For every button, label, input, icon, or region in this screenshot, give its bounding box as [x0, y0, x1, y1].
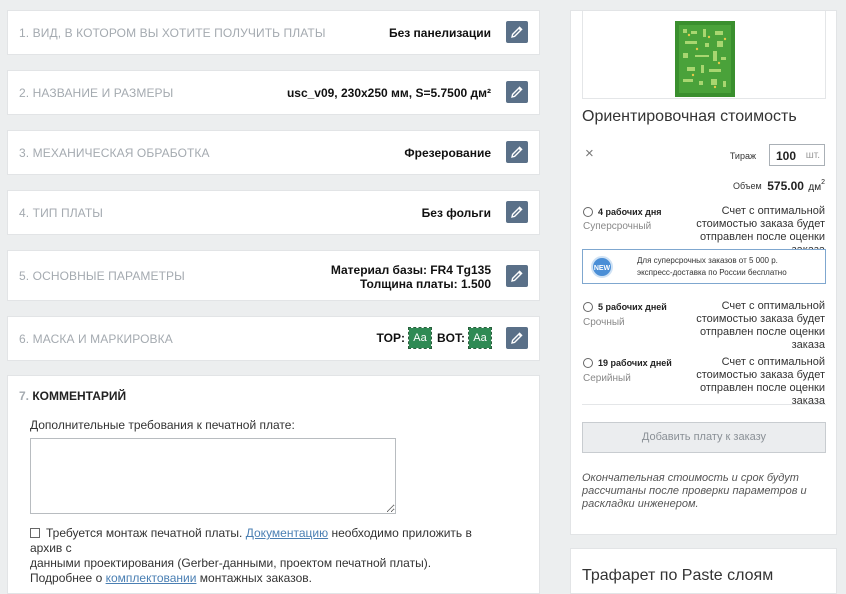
add-to-order-button[interactable]: Добавить плату к заказу	[582, 422, 826, 453]
term-days: 19 рабочих дней	[598, 358, 672, 368]
mask-value: TOP: Aa BOT: Aa	[371, 327, 492, 349]
estimate-panel: Ориентировочная стоимость × Тираж 100 шт…	[570, 10, 837, 535]
montage-text: данными проектирования (Gerber-данными, …	[30, 556, 432, 570]
term-type: Срочный	[583, 317, 625, 328]
edit-button[interactable]	[506, 141, 528, 163]
quantity-label: Тираж	[729, 151, 756, 161]
step-value: Фрезерование	[404, 146, 491, 160]
term-type: Суперсрочный	[583, 221, 652, 232]
step-title-text: ОСНОВНЫЕ ПАРАМЕТРЫ	[32, 269, 185, 283]
step-number: 6.	[19, 332, 30, 346]
step-value: usc_v09, 230x250 мм, S=5.7500 дм²	[286, 86, 491, 100]
top-label: TOP:	[376, 331, 405, 345]
step-title: 2. НАЗВАНИЕ И РАЗМЕРЫ	[19, 86, 173, 100]
term-radio[interactable]	[583, 302, 593, 312]
volume-value: 575.00	[767, 179, 804, 193]
term-description: Счет с оптимальной стоимостью заказа буд…	[696, 356, 825, 407]
bot-label: BOT:	[437, 331, 465, 345]
step-title: 3. МЕХАНИЧЕСКАЯ ОБРАБОТКА	[19, 146, 210, 160]
quantity-value: 100	[776, 149, 797, 163]
comment-section: 7. КОММЕНТАРИЙ Дополнительные требования…	[7, 375, 540, 594]
montage-option: Требуется монтаж печатной платы. Докумен…	[30, 526, 500, 586]
close-icon[interactable]: ×	[585, 145, 594, 162]
montage-text: монтажных заказов.	[199, 571, 312, 585]
step-title: 5. ОСНОВНЫЕ ПАРАМЕТРЫ	[19, 269, 185, 283]
term-radio[interactable]	[583, 207, 593, 217]
estimate-title: Ориентировочная стоимость	[582, 108, 797, 125]
promo-line-2: экспресс-доставка по России бесплатно	[637, 268, 787, 277]
step-title-text: МАСКА И МАРКИРОВКА	[32, 332, 173, 346]
step-main-params: 5. ОСНОВНЫЕ ПАРАМЕТРЫ Материал базы: FR4…	[7, 250, 540, 301]
bot-mask-swatch: Aa	[468, 327, 492, 349]
step-title: 4. ТИП ПЛАТЫ	[19, 206, 103, 220]
step-mechanical: 3. МЕХАНИЧЕСКАЯ ОБРАБОТКА Фрезерование	[7, 130, 540, 175]
montage-checkbox[interactable]	[30, 528, 40, 538]
pencil-icon	[511, 270, 523, 282]
volume-label: Объем	[733, 181, 762, 191]
term-days: 4 рабочих дня	[598, 207, 662, 217]
pencil-icon	[511, 332, 523, 344]
stencil-title: Трафарет по Paste слоям	[582, 567, 774, 584]
step-board-type: 4. ТИП ПЛАТЫ Без фольги	[7, 190, 540, 235]
step-value: Без панелизации	[388, 26, 491, 40]
volume-unit: дм	[808, 182, 822, 193]
promo-banner: NEW Для суперсрочных заказов от 5 000 р.…	[582, 249, 826, 284]
montage-text: Подробнее о	[30, 571, 103, 585]
pencil-icon	[511, 146, 523, 158]
pencil-icon	[511, 206, 523, 218]
step-number: 7.	[19, 389, 30, 403]
divider	[582, 404, 826, 405]
step-value: Материал базы: FR4 Tg135 Толщина платы: …	[331, 263, 491, 291]
step-value: Без фольги	[421, 206, 491, 220]
step-number: 4.	[19, 206, 30, 220]
top-mask-swatch: Aa	[408, 327, 432, 349]
step-title: 6. МАСКА И МАРКИРОВКА	[19, 332, 173, 346]
volume-readout: 575.00 дм2	[767, 177, 825, 195]
montage-text: Требуется монтаж печатной платы.	[46, 526, 243, 540]
edit-button[interactable]	[506, 81, 528, 103]
stencil-panel: Трафарет по Paste слоям	[570, 548, 837, 594]
step-panelization: 1. ВИД, В КОТОРОМ ВЫ ХОТИТЕ ПОЛУЧИТЬ ПЛА…	[7, 10, 540, 55]
comment-heading: 7. КОММЕНТАРИЙ	[19, 389, 126, 403]
term-option-urgent[interactable]: 5 рабочих дней Срочный Счет с оптимально…	[571, 300, 836, 351]
board-preview-image	[675, 21, 735, 97]
comment-textarea[interactable]	[30, 438, 396, 514]
term-option-superurgent[interactable]: 4 рабочих дня Суперсрочный Счет с оптима…	[571, 204, 836, 256]
step-title-text: НАЗВАНИЕ И РАЗМЕРЫ	[32, 86, 174, 100]
step-title: 1. ВИД, В КОТОРОМ ВЫ ХОТИТЕ ПОЛУЧИТЬ ПЛА…	[19, 26, 326, 40]
material-value: Материал базы: FR4 Tg135	[330, 263, 491, 277]
documentation-link[interactable]: Документацию	[246, 526, 328, 540]
step-title-text: МЕХАНИЧЕСКАЯ ОБРАБОТКА	[32, 146, 210, 160]
edit-button[interactable]	[506, 265, 528, 287]
board-preview-frame	[582, 11, 826, 99]
step-number: 5.	[19, 269, 30, 283]
pencil-icon	[511, 26, 523, 38]
term-description: Счет с оптимальной стоимостью заказа буд…	[696, 300, 825, 351]
term-option-serial[interactable]: 19 рабочих дней Серийный Счет с оптималь…	[571, 356, 836, 407]
quantity-unit: шт.	[805, 150, 820, 161]
step-number: 3.	[19, 146, 30, 160]
promo-line-1: Для суперсрочных заказов от 5 000 р.	[637, 256, 778, 265]
comment-title: КОММЕНТАРИЙ	[32, 389, 127, 403]
edit-button[interactable]	[506, 21, 528, 43]
comment-field-label: Дополнительные требования к печатной пла…	[30, 418, 295, 432]
thickness-value: Толщина платы: 1.500	[359, 277, 491, 291]
step-name-size: 2. НАЗВАНИЕ И РАЗМЕРЫ usc_v09, 230x250 м…	[7, 70, 540, 115]
step-title-text: ВИД, В КОТОРОМ ВЫ ХОТИТЕ ПОЛУЧИТЬ ПЛАТЫ	[32, 26, 326, 40]
pencil-icon	[511, 86, 523, 98]
estimate-note: Окончательная стоимость и срок будут рас…	[582, 472, 807, 510]
quantity-input[interactable]: 100 шт.	[769, 144, 825, 166]
edit-button[interactable]	[506, 327, 528, 349]
step-mask-marking: 6. МАСКА И МАРКИРОВКА TOP: Aa BOT: Aa	[7, 316, 540, 361]
edit-button[interactable]	[506, 201, 528, 223]
term-days: 5 рабочих дней	[598, 302, 667, 312]
step-title-text: ТИП ПЛАТЫ	[32, 206, 103, 220]
volume-unit-sup: 2	[821, 179, 825, 186]
term-type: Серийный	[583, 373, 631, 384]
term-radio[interactable]	[583, 358, 593, 368]
step-number: 2.	[19, 86, 30, 100]
new-badge: NEW	[591, 256, 613, 278]
step-number: 1.	[19, 26, 30, 40]
kitting-link[interactable]: комплектовании	[106, 571, 197, 585]
